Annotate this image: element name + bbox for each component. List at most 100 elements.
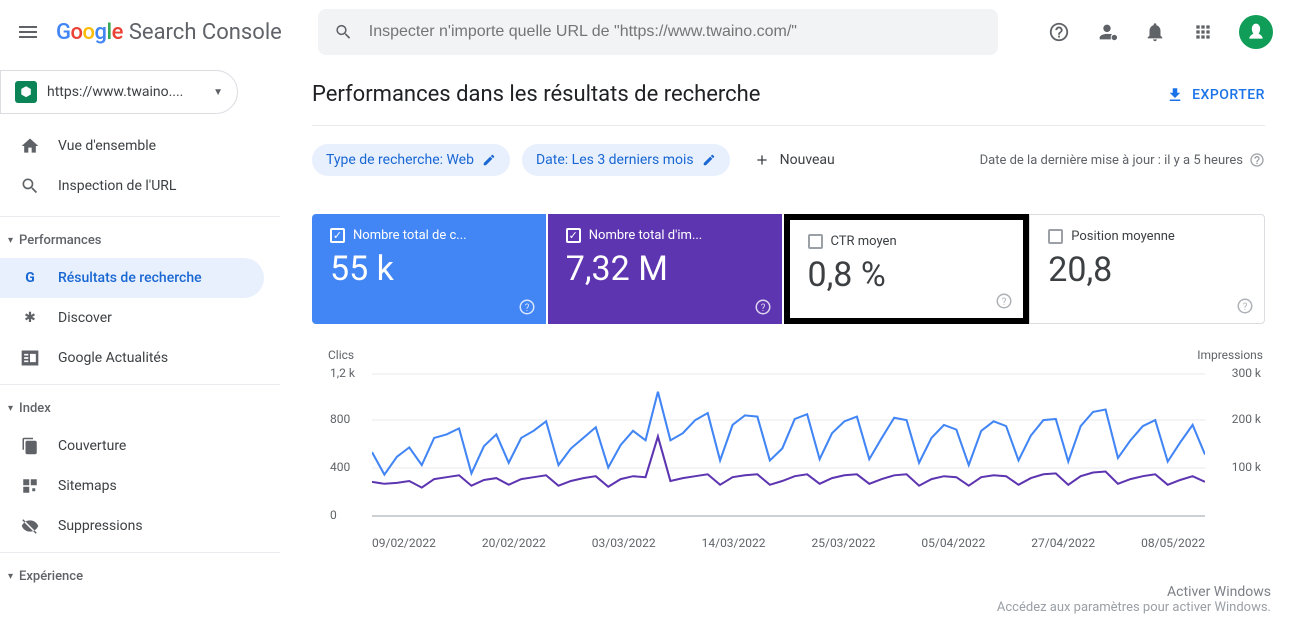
sidebar-item-label: Suppressions bbox=[58, 518, 143, 534]
removals-icon bbox=[20, 516, 40, 536]
add-filter-button[interactable]: Nouveau bbox=[754, 152, 835, 168]
notifications-icon[interactable] bbox=[1143, 20, 1167, 44]
help-icon[interactable] bbox=[1047, 20, 1071, 44]
metric-card-ctr[interactable]: CTR moyen 0,8 % ? bbox=[784, 214, 1030, 324]
home-icon bbox=[20, 136, 40, 156]
filter-bar: Type de recherche: Web Date: Les 3 derni… bbox=[312, 126, 1265, 194]
chevron-down-icon: ▾ bbox=[8, 403, 13, 414]
svg-text:?: ? bbox=[524, 303, 529, 314]
y-tick: 300 k bbox=[1232, 366, 1261, 380]
checkbox-icon bbox=[1048, 229, 1063, 244]
x-tick: 09/02/2022 bbox=[372, 536, 436, 550]
metric-card-clicks[interactable]: Nombre total de c... 55 k ? bbox=[312, 214, 548, 324]
search-icon bbox=[20, 176, 40, 196]
metric-card-impressions[interactable]: Nombre total d'im... 7,32 M ? bbox=[548, 214, 784, 324]
search-input[interactable] bbox=[369, 23, 982, 41]
filter-chip-search-type[interactable]: Type de recherche: Web bbox=[312, 144, 510, 176]
x-tick: 27/04/2022 bbox=[1031, 536, 1095, 550]
filter-chip-date[interactable]: Date: Les 3 derniers mois bbox=[522, 144, 730, 176]
y-tick: 200 k bbox=[1232, 412, 1261, 426]
sidebar-item-label: Vue d'ensemble bbox=[58, 138, 156, 154]
sidebar-item-label: Sitemaps bbox=[58, 478, 117, 494]
y-tick: 100 k bbox=[1232, 460, 1261, 474]
main-content: Performances dans les résultats de reche… bbox=[280, 64, 1289, 621]
help-icon[interactable]: ? bbox=[1236, 297, 1254, 315]
metric-value-impressions: 7,32 M bbox=[566, 249, 764, 289]
sidebar-item-discover[interactable]: ✱ Discover bbox=[0, 298, 264, 338]
property-selector[interactable]: ⬢ https://www.twaino.... ▼ bbox=[0, 70, 238, 114]
svg-text:?: ? bbox=[1002, 297, 1007, 308]
x-tick: 03/03/2022 bbox=[592, 536, 656, 550]
chevron-down-icon: ▾ bbox=[8, 571, 13, 582]
export-button[interactable]: EXPORTER bbox=[1166, 86, 1265, 104]
sidebar-item-label: Discover bbox=[58, 310, 112, 326]
app-header: Google Search Console bbox=[0, 0, 1289, 64]
chart-svg bbox=[372, 368, 1205, 523]
x-tick: 14/03/2022 bbox=[702, 536, 766, 550]
sidebar-item-overview[interactable]: Vue d'ensemble bbox=[0, 126, 264, 166]
sidebar-section-performance[interactable]: ▾ Performances bbox=[0, 223, 280, 258]
sidebar-item-removals[interactable]: Suppressions bbox=[0, 506, 264, 546]
sidebar-item-label: Couverture bbox=[58, 438, 126, 454]
sidebar-section-experience[interactable]: ▾ Expérience bbox=[0, 559, 280, 594]
url-inspection-search[interactable] bbox=[318, 9, 998, 55]
product-name: Search Console bbox=[129, 20, 282, 45]
metrics-row: Nombre total de c... 55 k ? Nombre total… bbox=[312, 214, 1265, 324]
sidebar-item-label: Inspection de l'URL bbox=[58, 178, 176, 194]
checkbox-checked-icon bbox=[330, 228, 345, 243]
y-tick: 0 bbox=[330, 508, 337, 522]
metric-value-ctr: 0,8 % bbox=[808, 255, 1006, 295]
help-icon[interactable]: ? bbox=[995, 292, 1013, 310]
sidebar-item-url-inspection[interactable]: Inspection de l'URL bbox=[0, 166, 264, 206]
sidebar-item-sitemaps[interactable]: Sitemaps bbox=[0, 466, 264, 506]
metric-value-clicks: 55 k bbox=[330, 249, 528, 289]
property-badge-icon: ⬢ bbox=[15, 81, 37, 103]
y-tick: 800 bbox=[330, 412, 350, 426]
svg-text:?: ? bbox=[760, 303, 765, 314]
help-icon[interactable]: ? bbox=[754, 298, 772, 316]
checkbox-checked-icon bbox=[566, 228, 581, 243]
x-axis-ticks: 09/02/2022 20/02/2022 03/03/2022 14/03/2… bbox=[372, 536, 1205, 550]
logo[interactable]: Google Search Console bbox=[56, 20, 282, 45]
user-avatar[interactable] bbox=[1239, 15, 1273, 49]
windows-activation-watermark: Activer Windows Accédez aux paramètres p… bbox=[997, 584, 1271, 615]
sidebar-section-index[interactable]: ▾ Index bbox=[0, 391, 280, 426]
chevron-down-icon: ▾ bbox=[8, 235, 13, 246]
apps-grid-icon[interactable] bbox=[1191, 20, 1215, 44]
coverage-icon bbox=[20, 436, 40, 456]
left-axis-label: Clics bbox=[328, 348, 354, 362]
google-g-icon: G bbox=[20, 268, 40, 288]
sidebar: ⬢ https://www.twaino.... ▼ Vue d'ensembl… bbox=[0, 64, 280, 621]
plus-icon bbox=[754, 152, 770, 168]
manage-users-icon[interactable] bbox=[1095, 20, 1119, 44]
chevron-down-icon: ▼ bbox=[213, 87, 223, 98]
sitemap-icon bbox=[20, 476, 40, 496]
x-tick: 05/04/2022 bbox=[921, 536, 985, 550]
download-icon bbox=[1166, 86, 1184, 104]
pencil-icon bbox=[702, 153, 716, 167]
x-tick: 20/02/2022 bbox=[482, 536, 546, 550]
pencil-icon bbox=[482, 153, 496, 167]
news-icon bbox=[20, 348, 40, 368]
help-icon[interactable]: ? bbox=[518, 298, 536, 316]
discover-icon: ✱ bbox=[20, 308, 40, 328]
checkbox-icon bbox=[808, 234, 823, 249]
sidebar-item-coverage[interactable]: Couverture bbox=[0, 426, 264, 466]
metric-value-position: 20,8 bbox=[1048, 250, 1246, 290]
search-icon bbox=[334, 22, 353, 42]
sidebar-item-google-news[interactable]: Google Actualités bbox=[0, 338, 264, 378]
sidebar-item-search-results[interactable]: G Résultats de recherche bbox=[0, 258, 264, 298]
property-url: https://www.twaino.... bbox=[47, 84, 203, 100]
right-axis-label: Impressions bbox=[1197, 348, 1263, 362]
help-icon[interactable] bbox=[1249, 152, 1265, 168]
performance-chart: Clics Impressions 1,2 k 800 400 0 300 k … bbox=[312, 348, 1265, 568]
sidebar-item-label: Google Actualités bbox=[58, 350, 168, 366]
y-tick: 1,2 k bbox=[330, 366, 355, 380]
y-tick: 400 bbox=[330, 460, 350, 474]
svg-text:?: ? bbox=[1243, 302, 1248, 313]
sidebar-item-label: Résultats de recherche bbox=[58, 270, 202, 286]
metric-card-position[interactable]: Position moyenne 20,8 ? bbox=[1029, 214, 1265, 324]
last-update-text: Date de la dernière mise à jour : il y a… bbox=[980, 152, 1265, 168]
x-tick: 25/03/2022 bbox=[812, 536, 876, 550]
hamburger-icon[interactable] bbox=[16, 20, 40, 44]
